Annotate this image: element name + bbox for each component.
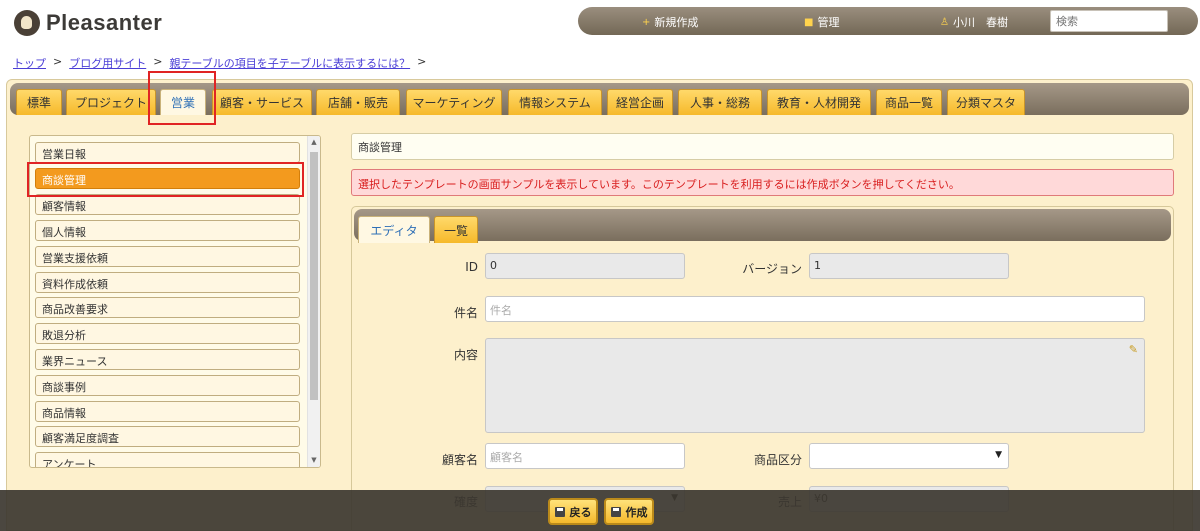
search-input[interactable] (1050, 10, 1168, 32)
product-category-select[interactable]: ▼ (809, 443, 1009, 469)
breadcrumb-folder[interactable]: 親テーブルの項目を子テーブルに表示するには？ (169, 55, 410, 71)
tab-standard[interactable]: 標準 (16, 89, 62, 115)
tab-information-system[interactable]: 情報システム (508, 89, 602, 115)
subject-label: 件名 (453, 306, 478, 320)
breadcrumb-site[interactable]: ブログ用サイト (69, 55, 146, 71)
breadcrumb-separator: > (53, 55, 63, 68)
new-item-button[interactable]: + 新規作成 (642, 14, 698, 30)
logo-text: Pleasanter (46, 10, 163, 35)
scroll-up-icon[interactable]: ▲ (310, 138, 318, 146)
back-button[interactable]: 戻る (548, 498, 598, 525)
list-item[interactable]: 資料作成依頼 (35, 272, 300, 293)
top-nav-bar: + 新規作成 ■ 管理 ♙ 小川 春樹 (578, 7, 1198, 35)
breadcrumb-separator: > (417, 55, 427, 68)
tab-education[interactable]: 教育・人材開発 (767, 89, 871, 115)
admin-button[interactable]: ■ 管理 (804, 14, 839, 30)
version-field: 1 (809, 253, 1009, 279)
logo[interactable]: Pleasanter (14, 8, 162, 38)
tab-store-sales[interactable]: 店舗・販売 (316, 89, 400, 115)
template-title: 商談管理 (351, 133, 1174, 160)
tab-customer-service[interactable]: 顧客・サービス (212, 89, 312, 115)
body-textarea[interactable]: ✎ (485, 338, 1145, 433)
customer-input[interactable]: 顧客名 (485, 443, 685, 469)
page: Pleasanter + 新規作成 ■ 管理 ♙ 小川 春樹 トップ > ブログ… (0, 0, 1200, 531)
tab-category-master[interactable]: 分類マスタ (947, 89, 1025, 115)
list-scrollbar[interactable]: ▲ ▼ (307, 136, 320, 467)
back-label: 戻る (569, 505, 592, 519)
breadcrumb-separator: > (153, 55, 163, 68)
breadcrumb-top[interactable]: トップ (13, 55, 46, 71)
gear-icon: ■ (804, 16, 814, 28)
breadcrumb: トップ > ブログ用サイト > 親テーブルの項目を子テーブルに表示するには？ > (13, 55, 426, 71)
pencil-icon[interactable]: ✎ (1129, 343, 1138, 356)
plus-icon: + (642, 16, 651, 28)
version-label: バージョン (742, 262, 802, 276)
create-label: 作成 (625, 505, 648, 519)
tab-marketing[interactable]: マーケティング (406, 89, 502, 115)
list-item[interactable]: 商品情報 (35, 401, 300, 422)
editor-tab-bar: エディタ 一覧 (354, 209, 1171, 243)
new-item-label: 新規作成 (654, 16, 699, 29)
tab-management-planning[interactable]: 経営企画 (607, 89, 673, 115)
user-menu-button[interactable]: ♙ 小川 春樹 (940, 14, 1008, 30)
tab-hr-general-affairs[interactable]: 人事・総務 (678, 89, 762, 115)
scroll-thumb[interactable] (310, 152, 318, 400)
id-label: ID (465, 260, 478, 274)
highlight-box-tab (148, 71, 216, 125)
create-button[interactable]: 作成 (604, 498, 654, 525)
template-alert-message: 選択したテンプレートの画面サンプルを表示しています。このテンプレートを利用するに… (351, 169, 1174, 196)
list-item[interactable]: 営業日報 (35, 142, 300, 163)
list-item[interactable]: アンケート (35, 452, 300, 467)
tab-project[interactable]: プロジェクト (66, 89, 156, 115)
list-item[interactable]: 顧客情報 (35, 194, 300, 215)
list-item[interactable]: 商談事例 (35, 375, 300, 396)
highlight-box-item (27, 162, 304, 197)
list-item[interactable]: 営業支援依頼 (35, 246, 300, 267)
list-item[interactable]: 商品改善要求 (35, 297, 300, 318)
save-icon (610, 506, 621, 517)
tab-editor[interactable]: エディタ (358, 216, 430, 243)
list-item[interactable]: 敗退分析 (35, 323, 300, 344)
dropdown-arrow-icon: ▼ (995, 450, 1002, 460)
product-category-label: 商品区分 (753, 453, 802, 467)
subject-input[interactable]: 件名 (485, 296, 1145, 322)
logo-icon (14, 10, 40, 36)
list-item[interactable]: 個人情報 (35, 220, 300, 241)
tab-list[interactable]: 一覧 (434, 216, 478, 243)
back-icon (554, 506, 565, 517)
bottom-action-bar (0, 490, 1200, 531)
scroll-down-icon[interactable]: ▼ (310, 456, 318, 464)
list-item[interactable]: 業界ニュース (35, 349, 300, 370)
user-name: 小川 春樹 (952, 16, 1008, 29)
id-field: 0 (485, 253, 685, 279)
customer-label: 顧客名 (441, 453, 478, 467)
body-label: 内容 (453, 348, 478, 362)
admin-label: 管理 (817, 16, 840, 29)
list-item[interactable]: 顧客満足度調査 (35, 426, 300, 447)
user-icon: ♙ (940, 16, 949, 28)
tab-product-list[interactable]: 商品一覧 (876, 89, 942, 115)
